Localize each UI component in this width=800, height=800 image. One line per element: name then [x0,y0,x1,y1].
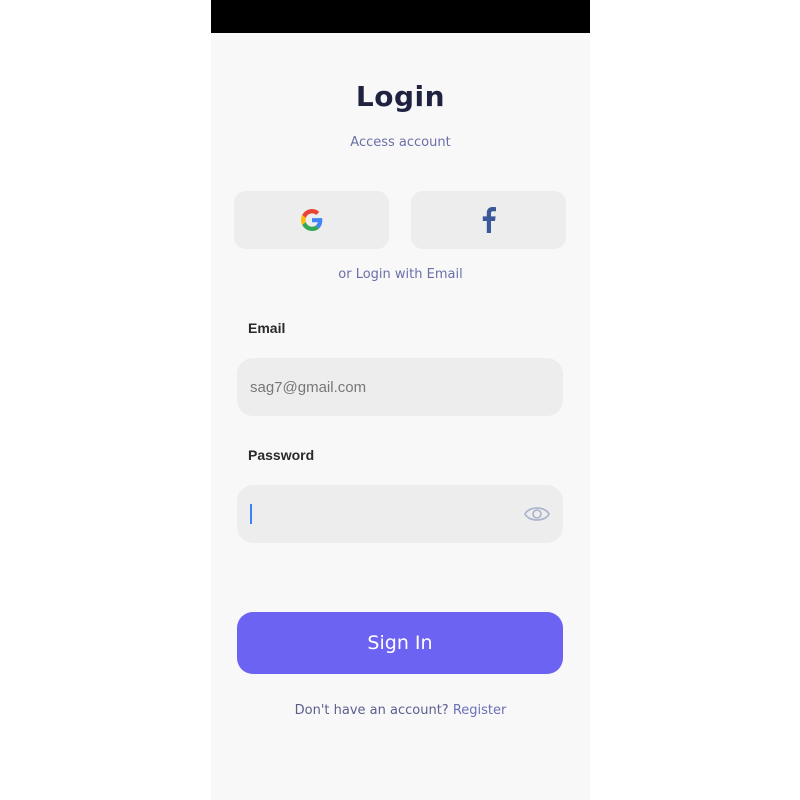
facebook-login-button[interactable] [411,191,566,249]
email-field[interactable]: sag7@gmail.com [237,358,563,416]
sign-in-button[interactable]: Sign In [237,612,563,674]
text-cursor [250,504,252,524]
status-bar [211,0,590,33]
password-label: Password [248,447,315,463]
email-label: Email [248,320,286,336]
google-icon [300,209,322,231]
register-link[interactable]: Register [453,703,507,718]
app-screen: Login Access account or Login with Email… [211,0,590,800]
register-prompt-row: Don't have an account? Register [211,703,590,718]
email-divider-text: or Login with Email [338,267,463,282]
password-field[interactable] [237,485,563,543]
register-prompt-text: Don't have an account? [294,703,449,718]
facebook-icon [482,207,496,233]
google-login-button[interactable] [234,191,389,249]
eye-icon[interactable] [523,502,551,526]
page-title: Login [355,80,446,113]
email-value: sag7@gmail.com [250,378,367,396]
page-subtitle: Access account [350,135,451,150]
